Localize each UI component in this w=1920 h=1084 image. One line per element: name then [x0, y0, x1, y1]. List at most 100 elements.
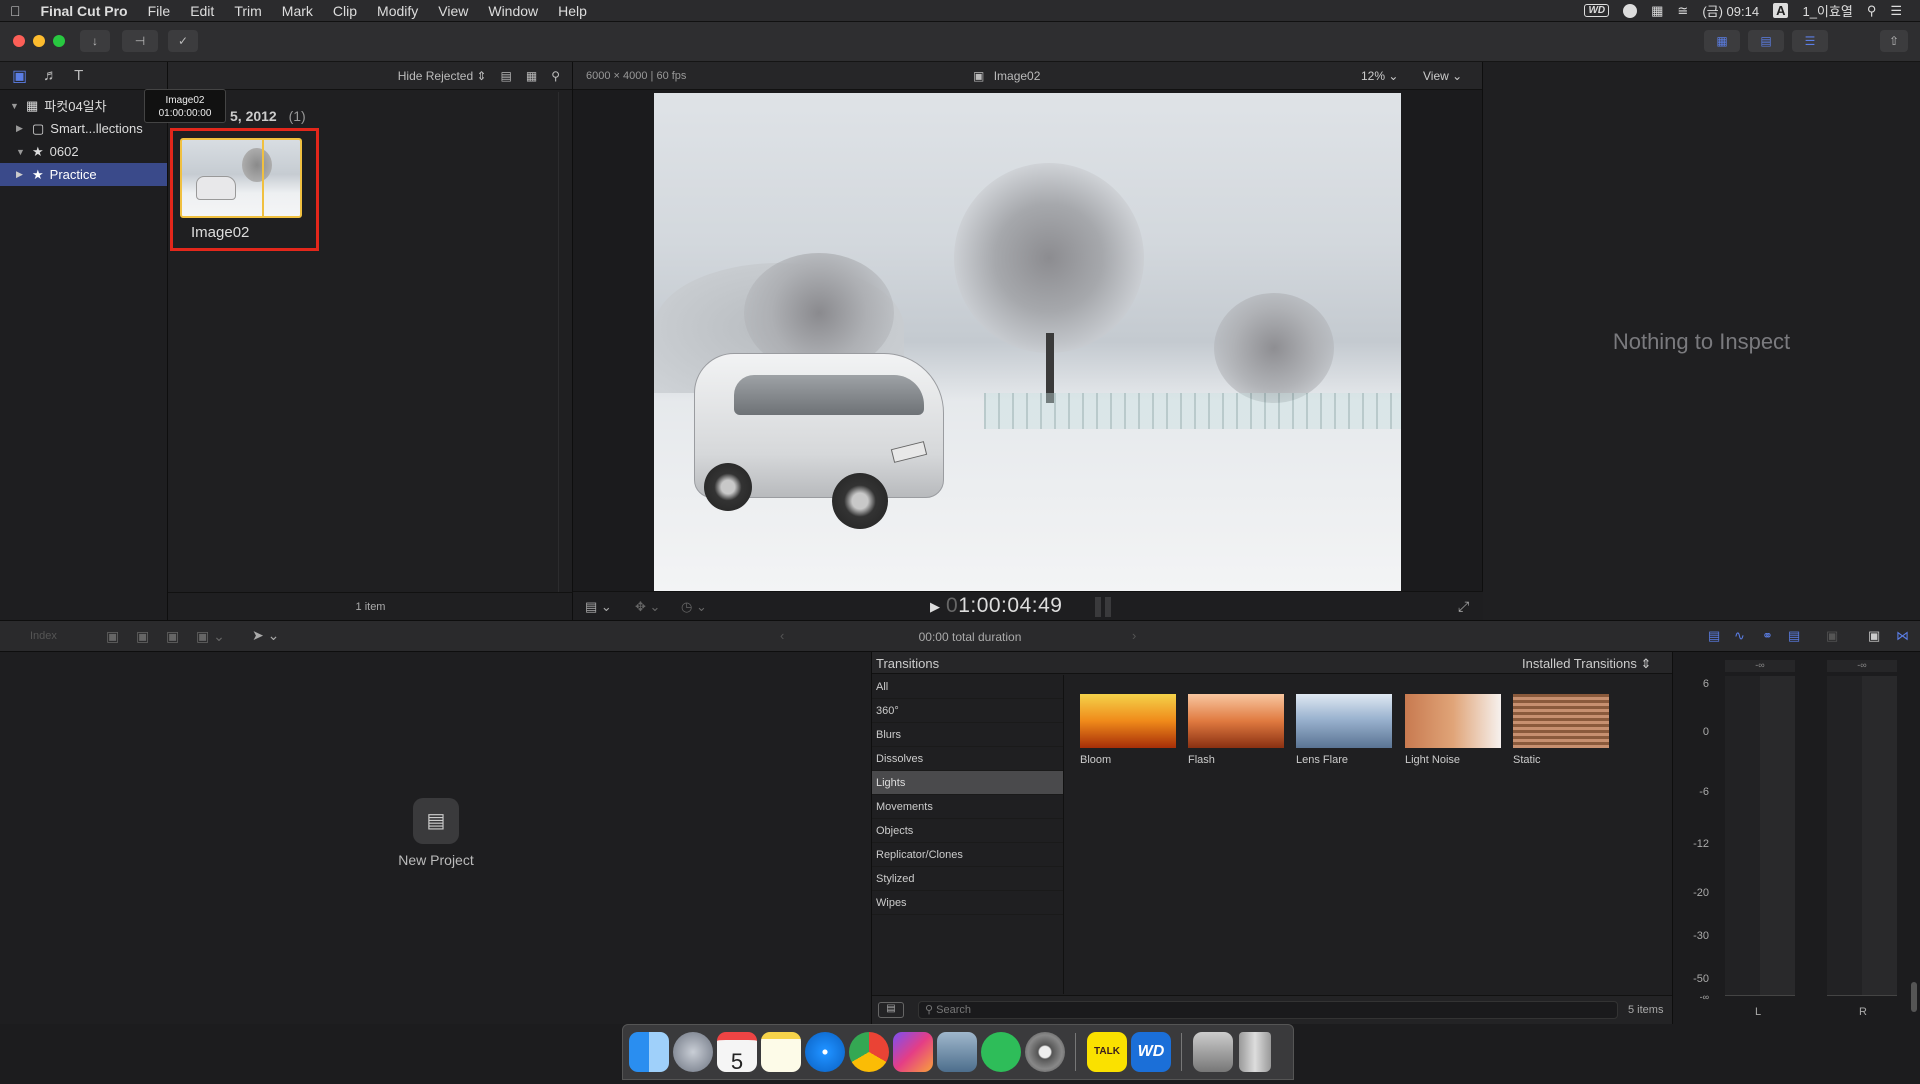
calendar-icon[interactable]: 5: [717, 1032, 757, 1074]
transition-lens-flare[interactable]: [1296, 694, 1392, 748]
input-source-icon[interactable]: A: [1773, 3, 1789, 18]
finder-icon[interactable]: [629, 1032, 669, 1072]
spotlight-search-icon[interactable]: ⚲: [1867, 3, 1877, 19]
index-button[interactable]: Index: [30, 630, 57, 642]
wifi-icon[interactable]: ≅: [1677, 3, 1688, 19]
transform-tools-icon[interactable]: ✥ ⌄: [635, 599, 660, 615]
menu-file[interactable]: File: [138, 3, 181, 19]
new-project-button[interactable]: ▤ New Project: [372, 798, 500, 878]
insert-clip-icon[interactable]: ▣: [136, 628, 149, 645]
clip-appearance-icon[interactable]: ▣: [1868, 628, 1880, 644]
zoom-menu[interactable]: 12% ⌄: [1361, 69, 1398, 83]
clock[interactable]: (금) 09:14: [1702, 1, 1759, 20]
menu-app-name[interactable]: Final Cut Pro: [31, 3, 138, 19]
category-replicator-clones[interactable]: Replicator/Clones: [872, 843, 1063, 867]
viewer-display-options-icon[interactable]: ▤ ⌄: [585, 599, 612, 615]
libraries-icon[interactable]: ▣: [12, 66, 27, 86]
sidebar-toggle-icon[interactable]: ▤: [878, 1002, 904, 1018]
wd-icon[interactable]: WD: [1131, 1032, 1171, 1072]
audio-waveform-icon[interactable]: ∿: [1734, 628, 1745, 644]
menu-window[interactable]: Window: [478, 3, 548, 19]
kakaotalk-icon[interactable]: TALK: [1087, 1032, 1127, 1072]
retime-speed-icon[interactable]: ◷ ⌄: [681, 599, 707, 615]
transition-bloom[interactable]: [1080, 694, 1176, 748]
final-cut-pro-icon[interactable]: [893, 1032, 933, 1072]
system-preferences-icon[interactable]: [1025, 1032, 1065, 1072]
menu-mark[interactable]: Mark: [272, 3, 323, 19]
menu-edit[interactable]: Edit: [180, 3, 224, 19]
downloads-stack-icon[interactable]: [1193, 1032, 1233, 1072]
disclosure-closed-icon[interactable]: ▶: [16, 169, 26, 180]
hide-rejected-filter[interactable]: Hide Rejected ⇕: [398, 69, 487, 83]
menu-trim[interactable]: Trim: [224, 3, 271, 19]
show-browser-button[interactable]: ▦: [1704, 30, 1740, 52]
menu-view[interactable]: View: [428, 3, 478, 19]
category-lights[interactable]: Lights: [872, 771, 1063, 795]
category-blurs[interactable]: Blurs: [872, 723, 1063, 747]
viewer-image[interactable]: [654, 93, 1401, 591]
menu-clip[interactable]: Clip: [323, 3, 367, 19]
disclosure-closed-icon[interactable]: ▶: [16, 123, 26, 134]
people-status-icon[interactable]: ▦: [1651, 3, 1663, 19]
menu-help[interactable]: Help: [548, 3, 597, 19]
sidebar-item-practice[interactable]: ▶ ★ Practice: [0, 163, 167, 186]
minimize-window-button[interactable]: [33, 35, 45, 47]
category-objects[interactable]: Objects: [872, 819, 1063, 843]
cloud-app-icon[interactable]: [981, 1032, 1021, 1072]
search-icon[interactable]: ⚲: [551, 69, 560, 83]
category-dissolves[interactable]: Dissolves: [872, 747, 1063, 771]
zoom-window-button[interactable]: [53, 35, 65, 47]
search-field[interactable]: ⚲ Search: [918, 1001, 1618, 1019]
category-stylized[interactable]: Stylized: [872, 867, 1063, 891]
launchpad-icon[interactable]: [673, 1032, 713, 1072]
trash-icon[interactable]: [1239, 1032, 1271, 1072]
disclosure-open-icon[interactable]: ▼: [10, 101, 20, 111]
wd-status-icon[interactable]: WD: [1584, 4, 1610, 17]
video-only-icon[interactable]: ▤: [1708, 628, 1720, 644]
show-timeline-button[interactable]: ▤: [1748, 30, 1784, 52]
disclosure-open-icon[interactable]: ▼: [16, 147, 26, 157]
show-inspector-button[interactable]: ☰: [1792, 30, 1828, 52]
category-wipes[interactable]: Wipes: [872, 891, 1063, 915]
category-movements[interactable]: Movements: [872, 795, 1063, 819]
import-button[interactable]: ↓: [80, 30, 110, 52]
category-all[interactable]: All: [872, 675, 1063, 699]
menu-modify[interactable]: Modify: [367, 3, 428, 19]
share-button[interactable]: ⇧: [1880, 30, 1908, 52]
record-status-icon[interactable]: [1623, 3, 1638, 18]
browser-scrollbar[interactable]: [558, 92, 559, 592]
view-menu[interactable]: View ⌄: [1423, 69, 1462, 83]
transition-flash[interactable]: [1188, 694, 1284, 748]
close-window-button[interactable]: [13, 35, 25, 47]
user-name[interactable]: 1_이효열: [1802, 1, 1852, 20]
headphones-icon[interactable]: ⚭: [1762, 628, 1773, 644]
keywords-button[interactable]: ⊣: [122, 30, 158, 52]
timecode-display[interactable]: 01:00:04:49: [946, 594, 1062, 618]
apple-icon[interactable]: : [0, 3, 31, 19]
effects-browser-icon[interactable]: ⋈: [1896, 628, 1909, 644]
play-button[interactable]: ▶: [930, 599, 940, 615]
clip-thumbnail[interactable]: [180, 138, 302, 218]
sidebar-item-smart-collections[interactable]: ▶ ▢ Smart...llections: [0, 117, 167, 140]
preview-icon[interactable]: [937, 1032, 977, 1072]
overwrite-clip-icon[interactable]: ▣ ⌄: [196, 628, 225, 645]
fullscreen-icon[interactable]: ⤢: [1458, 598, 1469, 615]
photos-audio-icon[interactable]: ♬: [43, 67, 58, 84]
clip-appearance-icon[interactable]: ▤: [501, 69, 512, 83]
background-tasks-button[interactable]: ✓: [168, 30, 198, 52]
transition-light-noise[interactable]: [1405, 694, 1501, 748]
append-clip-icon[interactable]: ▣: [166, 628, 179, 645]
solo-icon[interactable]: ▣: [1826, 628, 1838, 644]
snapping-icon[interactable]: ▤: [1788, 628, 1800, 644]
select-tool-icon[interactable]: ➤ ⌄: [252, 627, 279, 644]
forward-arrow-icon[interactable]: ›: [1132, 628, 1136, 643]
safari-icon[interactable]: [805, 1032, 845, 1072]
sidebar-item-0602[interactable]: ▼ ★ 0602: [0, 140, 167, 163]
back-arrow-icon[interactable]: ‹: [780, 628, 784, 643]
notification-center-icon[interactable]: ☰: [1890, 3, 1902, 19]
filmstrip-icon[interactable]: ▦: [526, 69, 537, 83]
category-360[interactable]: 360°: [872, 699, 1063, 723]
chrome-icon[interactable]: [849, 1032, 889, 1072]
connect-clip-icon[interactable]: ▣: [106, 628, 119, 645]
meters-scrollbar[interactable]: [1911, 982, 1917, 1012]
